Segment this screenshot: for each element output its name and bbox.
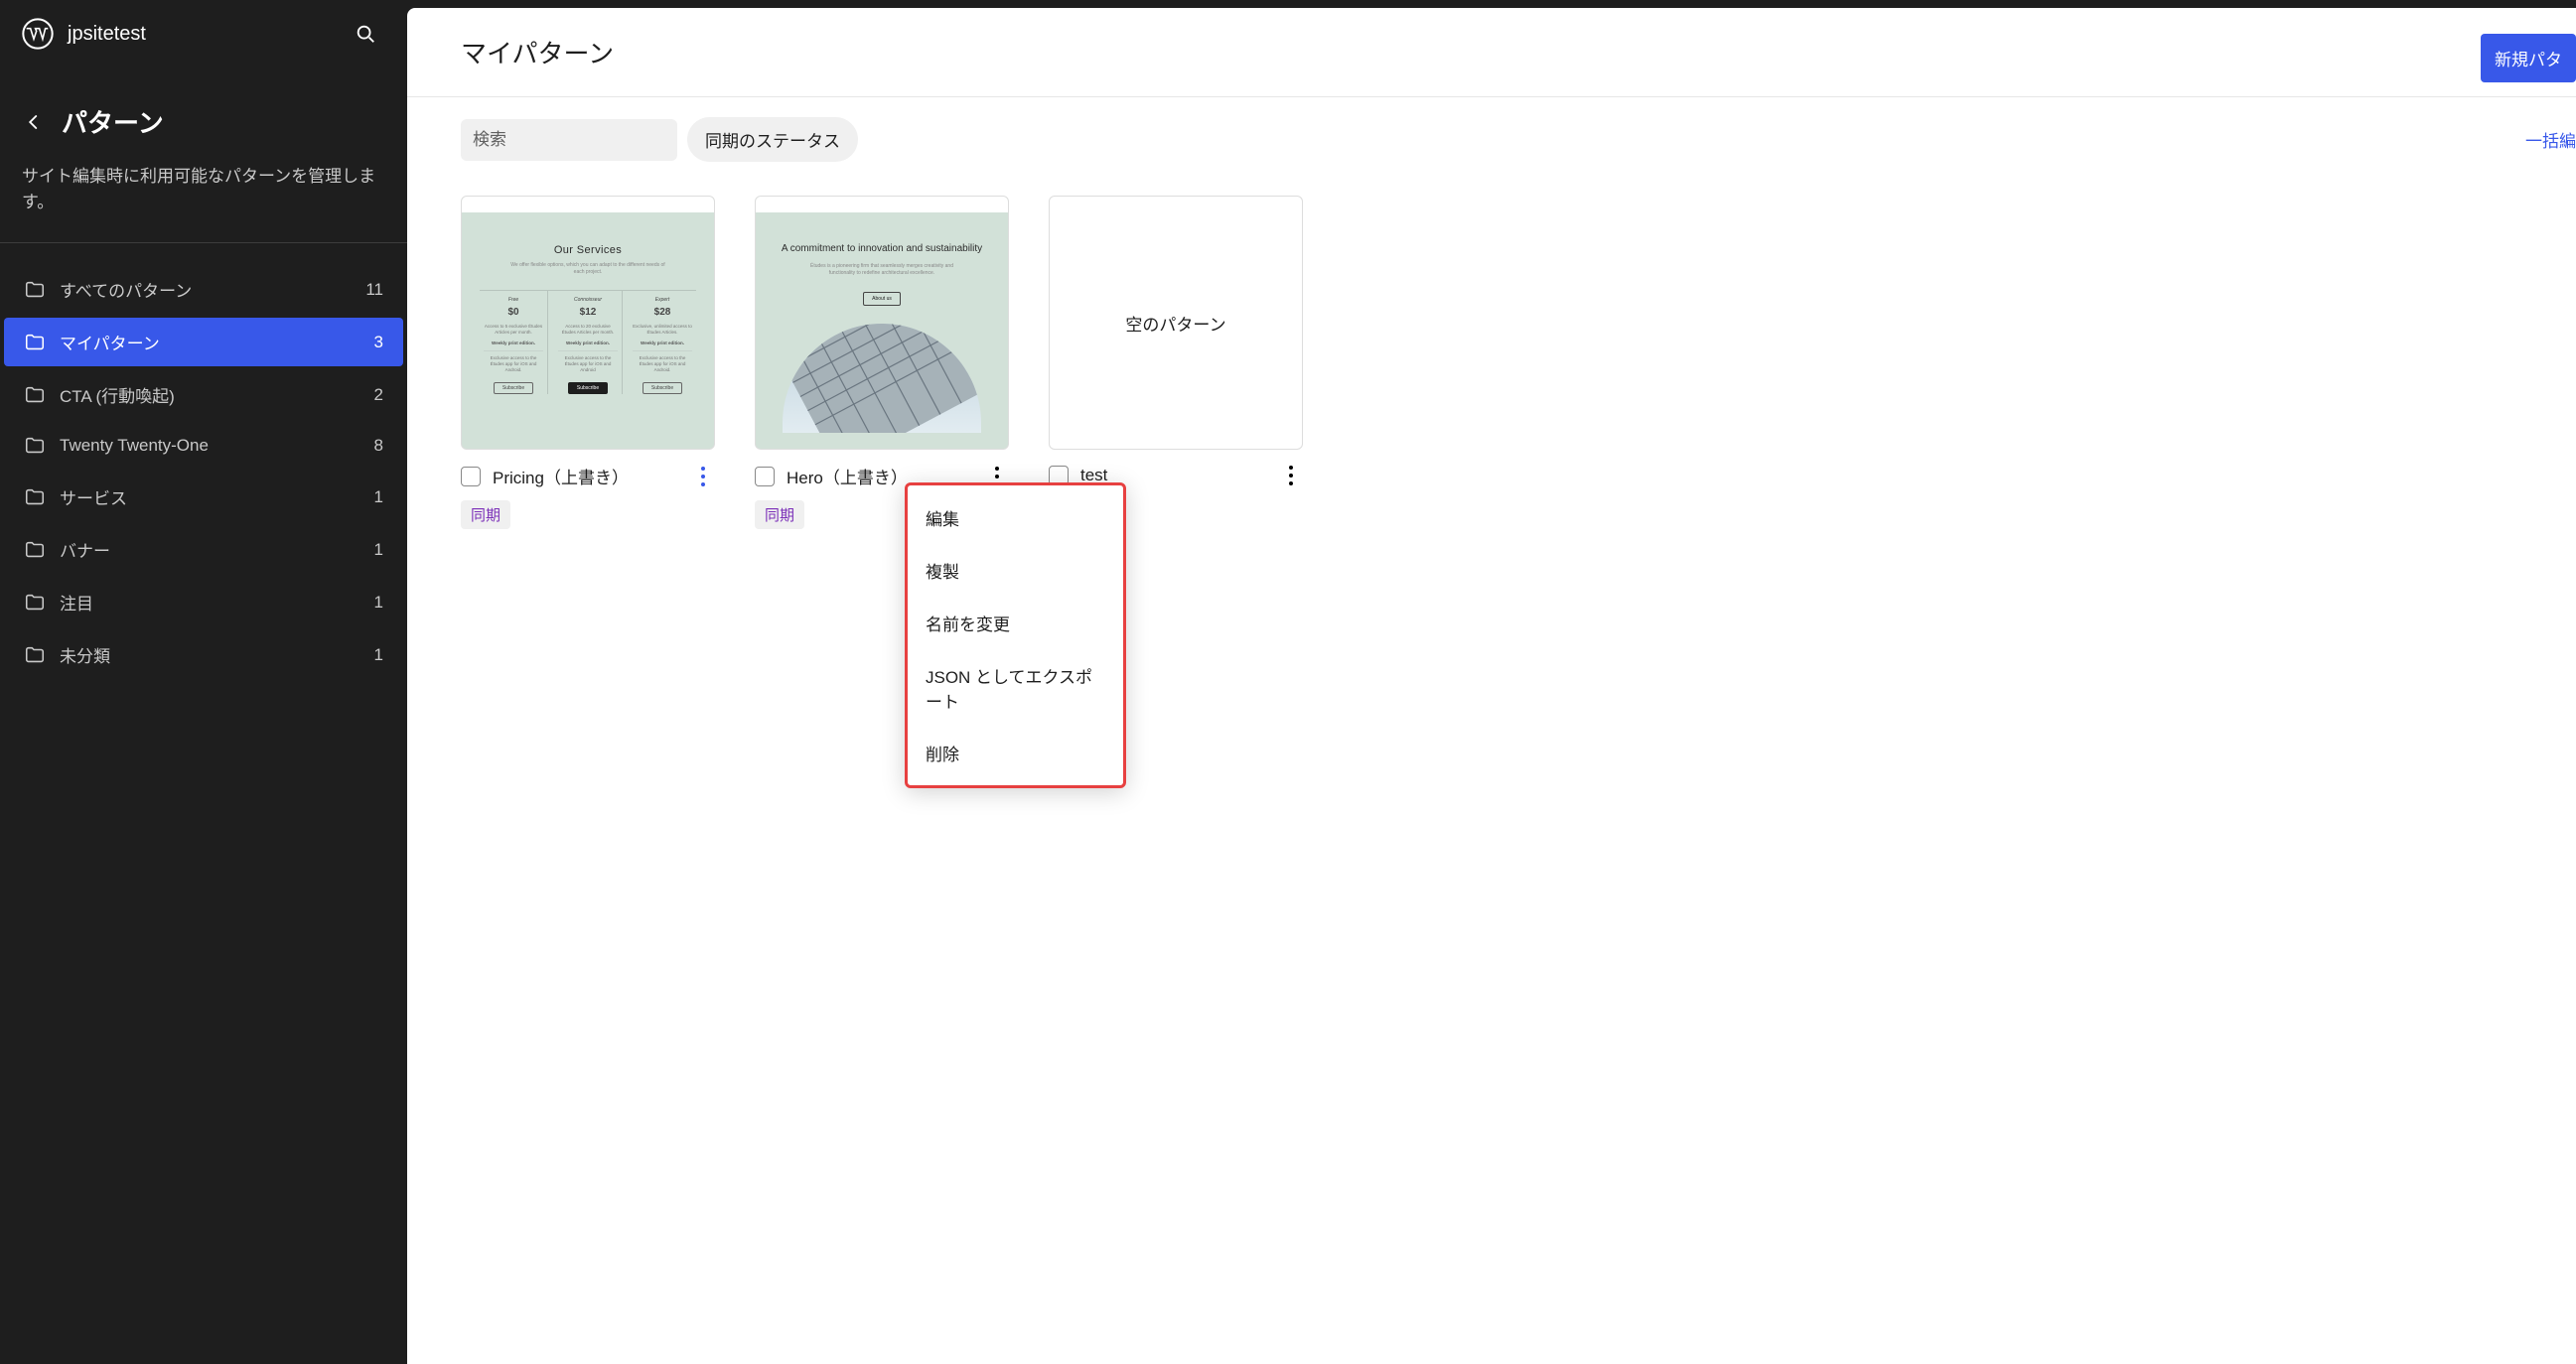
dropdown-item-duplicate[interactable]: 複製 xyxy=(908,544,1123,597)
wordpress-logo-icon[interactable] xyxy=(22,18,54,50)
empty-pattern-label: 空のパターン xyxy=(1125,311,1225,336)
sidebar-item-4[interactable]: サービス 1 xyxy=(4,473,403,521)
sidebar-item-1[interactable]: マイパターン 3 xyxy=(4,318,403,366)
chevron-left-icon xyxy=(25,113,43,131)
dropdown-item-edit[interactable]: 編集 xyxy=(908,491,1123,544)
nav-count: 2 xyxy=(374,385,383,405)
nav-count: 11 xyxy=(365,280,383,300)
actions-dropdown: 編集 複製 名前を変更 JSON としてエクスポート 削除 xyxy=(905,482,1126,788)
nav-label: 未分類 xyxy=(60,642,360,667)
sync-badge: 同期 xyxy=(755,500,804,529)
sidebar-item-0[interactable]: すべてのパターン 11 xyxy=(4,265,403,314)
folder-icon xyxy=(24,435,46,457)
sidebar-header: パターン xyxy=(0,68,407,152)
search-input[interactable] xyxy=(473,130,692,150)
pattern-card: Our Services We offer flexible options, … xyxy=(461,196,715,529)
folder-icon xyxy=(24,592,46,614)
dropdown-item-delete[interactable]: 削除 xyxy=(908,727,1123,779)
site-name[interactable]: jpsitetest xyxy=(68,23,332,46)
preview-button: About us xyxy=(863,292,901,306)
pattern-card: 空のパターン test 非同期 xyxy=(1049,196,1303,529)
nav-count: 8 xyxy=(374,436,383,456)
more-vertical-icon xyxy=(700,466,706,487)
sidebar: jpsitetest パターン サイト編集時に利用可能なパターンを管理します。 … xyxy=(0,0,407,1364)
folder-icon xyxy=(24,644,46,666)
sidebar-description: サイト編集時に利用可能なパターンを管理します。 xyxy=(0,152,407,242)
main-header: マイパターン 新規パタ xyxy=(407,8,2576,97)
select-checkbox[interactable] xyxy=(461,467,481,486)
more-vertical-icon xyxy=(1288,465,1294,486)
sidebar-item-3[interactable]: Twenty Twenty-One 8 xyxy=(4,423,403,469)
preview-image xyxy=(783,324,981,433)
global-search-button[interactable] xyxy=(346,14,385,54)
folder-icon xyxy=(24,539,46,561)
nav-label: バナー xyxy=(60,537,360,562)
select-checkbox[interactable] xyxy=(755,467,775,486)
toolbar: 同期のステータス 一括編 xyxy=(407,97,2576,182)
nav-label: サービス xyxy=(60,484,360,509)
preview-body: Études is a pioneering firm that seamles… xyxy=(807,263,956,277)
app-root: jpsitetest パターン サイト編集時に利用可能なパターンを管理します。 … xyxy=(0,0,2576,1364)
search-box[interactable] xyxy=(461,119,677,161)
sidebar-title: パターン xyxy=(62,103,164,140)
more-actions-button[interactable] xyxy=(691,465,715,488)
sidebar-item-7[interactable]: 未分類 1 xyxy=(4,630,403,679)
nav-count: 1 xyxy=(374,540,383,560)
search-icon xyxy=(355,23,376,45)
nav-label: すべてのパターン xyxy=(60,277,352,302)
dropdown-item-export-json[interactable]: JSON としてエクスポート xyxy=(908,649,1123,727)
nav-label: 注目 xyxy=(60,590,360,614)
sidebar-item-6[interactable]: 注目 1 xyxy=(4,578,403,626)
category-nav: すべてのパターン11マイパターン3CTA (行動喚起)2Twenty Twent… xyxy=(0,263,407,681)
back-button[interactable] xyxy=(22,110,46,134)
divider xyxy=(0,242,407,243)
bulk-edit-link[interactable]: 一括編 xyxy=(2525,127,2576,152)
page-title: マイパターン xyxy=(461,34,614,70)
pattern-thumbnail[interactable]: A commitment to innovation and sustainab… xyxy=(755,196,1009,450)
sidebar-item-2[interactable]: CTA (行動喚起) 2 xyxy=(4,370,403,419)
new-pattern-button[interactable]: 新規パタ xyxy=(2481,34,2576,82)
pattern-grid: Our Services We offer flexible options, … xyxy=(407,182,2576,543)
pattern-card: A commitment to innovation and sustainab… xyxy=(755,196,1009,529)
pattern-thumbnail[interactable]: 空のパターン xyxy=(1049,196,1303,450)
nav-count: 3 xyxy=(374,333,383,352)
more-actions-button[interactable] xyxy=(1279,464,1303,487)
nav-count: 1 xyxy=(374,487,383,507)
card-header: Pricing（上書き） xyxy=(461,450,715,488)
nav-count: 1 xyxy=(374,645,383,665)
pattern-thumbnail[interactable]: Our Services We offer flexible options, … xyxy=(461,196,715,450)
nav-label: CTA (行動喚起) xyxy=(60,382,360,407)
nav-count: 1 xyxy=(374,593,383,613)
preview-heading: Our Services xyxy=(554,244,622,256)
sync-status-filter[interactable]: 同期のステータス xyxy=(687,117,858,162)
sync-badge: 同期 xyxy=(461,500,510,529)
nav-label: マイパターン xyxy=(60,330,360,354)
folder-icon xyxy=(24,486,46,508)
pattern-title[interactable]: Pricing（上書き） xyxy=(493,464,679,488)
main-panel: マイパターン 新規パタ 同期のステータス 一括編 Our Services xyxy=(407,8,2576,1364)
sidebar-top: jpsitetest xyxy=(0,0,407,68)
folder-icon xyxy=(24,279,46,301)
folder-icon xyxy=(24,332,46,353)
dropdown-item-rename[interactable]: 名前を変更 xyxy=(908,597,1123,649)
nav-label: Twenty Twenty-One xyxy=(60,436,360,456)
folder-icon xyxy=(24,384,46,406)
sidebar-item-5[interactable]: バナー 1 xyxy=(4,525,403,574)
preview-heading: A commitment to innovation and sustainab… xyxy=(774,242,990,255)
preview-subtitle: We offer flexible options, which you can… xyxy=(508,262,667,276)
